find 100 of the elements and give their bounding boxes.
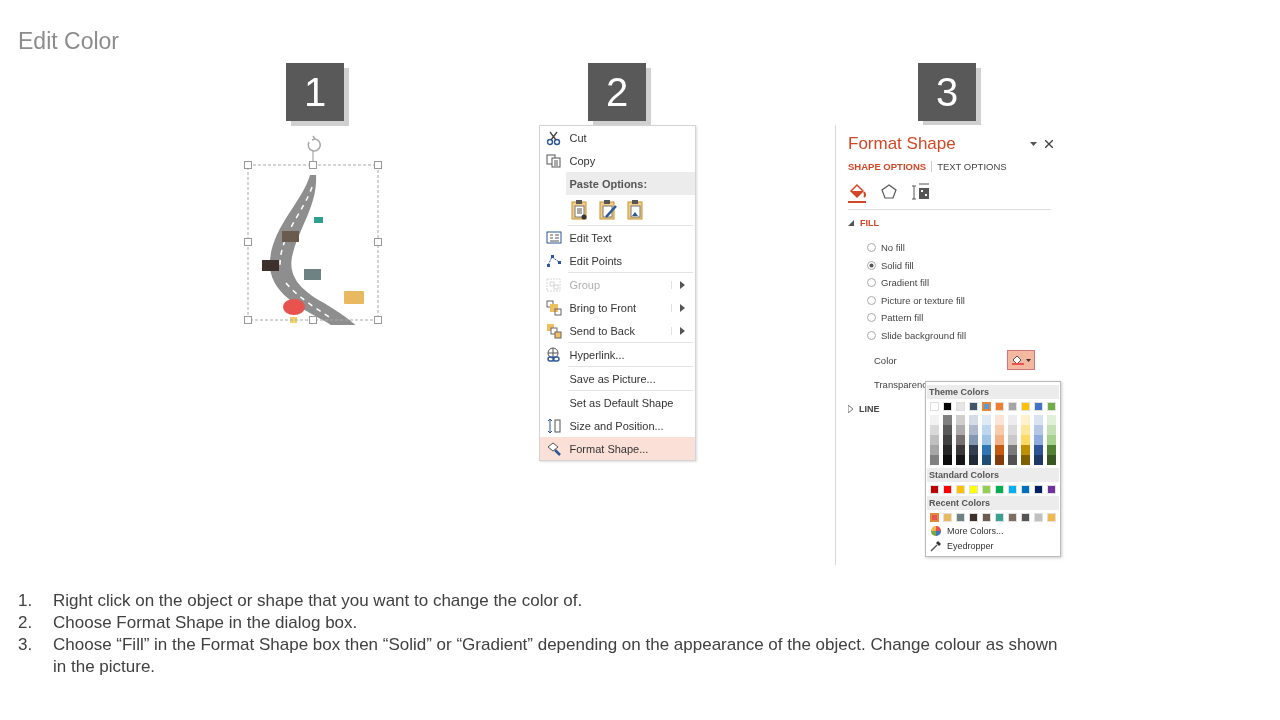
shade-swatch[interactable] (1008, 425, 1017, 435)
dropdown-caret-icon[interactable] (1030, 142, 1037, 146)
close-icon[interactable] (1045, 140, 1053, 148)
shade-swatch[interactable] (956, 455, 965, 465)
palette-action[interactable]: More Colors... (930, 523, 1056, 538)
selection-frame[interactable] (244, 135, 382, 324)
size-position-icon (547, 418, 560, 433)
shade-swatch[interactable] (969, 435, 978, 445)
color-button[interactable] (1007, 350, 1035, 370)
shade-swatch[interactable] (1021, 435, 1030, 445)
shade-swatch[interactable] (943, 425, 952, 435)
paste-text-icon[interactable] (569, 199, 590, 221)
option-label: Pattern fill (881, 312, 924, 324)
menu-item[interactable]: Set as Default Shape (539, 391, 695, 414)
menu-item[interactable]: Hyperlink... (539, 343, 695, 366)
menu-item[interactable]: Edit Text (539, 226, 695, 249)
radio-button[interactable] (867, 278, 876, 288)
shade-swatch[interactable] (943, 455, 952, 465)
menu-item[interactable]: Size and Position... (539, 414, 695, 437)
shade-swatch[interactable] (982, 425, 991, 435)
menu-item[interactable]: Bring to Front (539, 296, 695, 319)
expand-triangle-icon[interactable] (848, 405, 853, 413)
shade-swatch[interactable] (1047, 415, 1056, 425)
option-label: Solid fill (881, 259, 914, 271)
shade-swatch[interactable] (995, 435, 1004, 445)
format-shape-icon (547, 442, 561, 456)
shade-swatch[interactable] (1034, 445, 1043, 455)
shade-swatch[interactable] (969, 445, 978, 455)
shade-swatch[interactable] (1008, 455, 1017, 465)
shade-swatch[interactable] (995, 445, 1004, 455)
menu-item[interactable]: Save as Picture... (539, 367, 695, 390)
color-wheel-icon (930, 524, 942, 537)
menu-item[interactable]: Cut (539, 126, 695, 149)
menu-item[interactable]: Send to Back (539, 319, 695, 342)
pentagon-icon[interactable] (880, 182, 898, 202)
shade-swatch[interactable] (930, 455, 939, 465)
shade-swatch[interactable] (1034, 455, 1043, 465)
radio-button[interactable] (867, 330, 876, 340)
radio-button[interactable] (867, 313, 876, 323)
shade-swatch[interactable] (1034, 425, 1043, 435)
shade-swatch[interactable] (1034, 435, 1043, 445)
shade-swatch[interactable] (1047, 435, 1056, 445)
shade-swatch[interactable] (1021, 425, 1030, 435)
shade-swatch[interactable] (930, 445, 939, 455)
shade-swatch[interactable] (982, 445, 991, 455)
shade-swatch[interactable] (943, 435, 952, 445)
shade-swatch[interactable] (995, 415, 1004, 425)
shade-swatch[interactable] (956, 445, 965, 455)
size-properties-icon[interactable] (912, 182, 930, 202)
palette-heading: Recent Colors (927, 496, 1059, 510)
shade-swatch[interactable] (1034, 415, 1043, 425)
shade-swatch[interactable] (1008, 415, 1017, 425)
shade-swatch[interactable] (995, 455, 1004, 465)
radio-button[interactable] (867, 260, 876, 270)
menu-item[interactable]: Edit Points (539, 249, 695, 272)
color-swatch[interactable] (982, 402, 991, 411)
paste-format-icon[interactable] (597, 199, 618, 221)
shade-swatch[interactable] (969, 455, 978, 465)
shade-swatch[interactable] (1047, 445, 1056, 455)
shade-swatch[interactable] (1047, 455, 1056, 465)
shade-swatch[interactable] (1008, 435, 1017, 445)
shade-swatch[interactable] (930, 435, 939, 445)
palette-action[interactable]: Eyedropper (930, 538, 1056, 553)
paste-picture-icon[interactable] (625, 199, 646, 221)
color-swatch[interactable] (930, 513, 939, 522)
radio-button[interactable] (867, 243, 876, 253)
option-label: Slide background fill (881, 329, 967, 341)
shade-swatch[interactable] (969, 415, 978, 425)
section-heading[interactable]: LINE (859, 404, 880, 414)
shade-swatch[interactable] (943, 415, 952, 425)
option-label: Picture or texture fill (881, 294, 965, 306)
copy-icon (546, 154, 560, 167)
shade-swatch[interactable] (982, 415, 991, 425)
section-heading[interactable]: FILL (860, 218, 879, 228)
shade-swatch[interactable] (943, 445, 952, 455)
slide-title: Edit Color (17, 27, 120, 54)
pane-tab[interactable]: TEXT OPTIONS (937, 161, 1012, 172)
shade-swatch[interactable] (956, 415, 965, 425)
pane-tab[interactable]: SHAPE OPTIONS (848, 161, 933, 172)
shade-swatch[interactable] (969, 425, 978, 435)
list-number: 2. (18, 612, 34, 634)
radio-button[interactable] (867, 295, 876, 305)
shade-swatch[interactable] (995, 425, 1004, 435)
list-number: 3. (18, 634, 34, 656)
shade-swatch[interactable] (930, 425, 939, 435)
shade-swatch[interactable] (1021, 455, 1030, 465)
shade-swatch[interactable] (956, 425, 965, 435)
collapse-triangle-icon[interactable] (848, 220, 854, 226)
shade-swatch[interactable] (982, 455, 991, 465)
fill-bucket-icon[interactable] (848, 181, 866, 203)
shade-swatch[interactable] (930, 415, 939, 425)
shade-swatch[interactable] (1047, 425, 1056, 435)
menu-item[interactable]: Format Shape... (539, 437, 695, 460)
shade-swatch[interactable] (982, 435, 991, 445)
shade-swatch[interactable] (1008, 445, 1017, 455)
menu-item[interactable]: Copy (539, 149, 695, 172)
shade-swatch[interactable] (956, 435, 965, 445)
send-to-back-icon (546, 323, 561, 338)
shade-swatch[interactable] (1021, 445, 1030, 455)
shade-swatch[interactable] (1021, 415, 1030, 425)
